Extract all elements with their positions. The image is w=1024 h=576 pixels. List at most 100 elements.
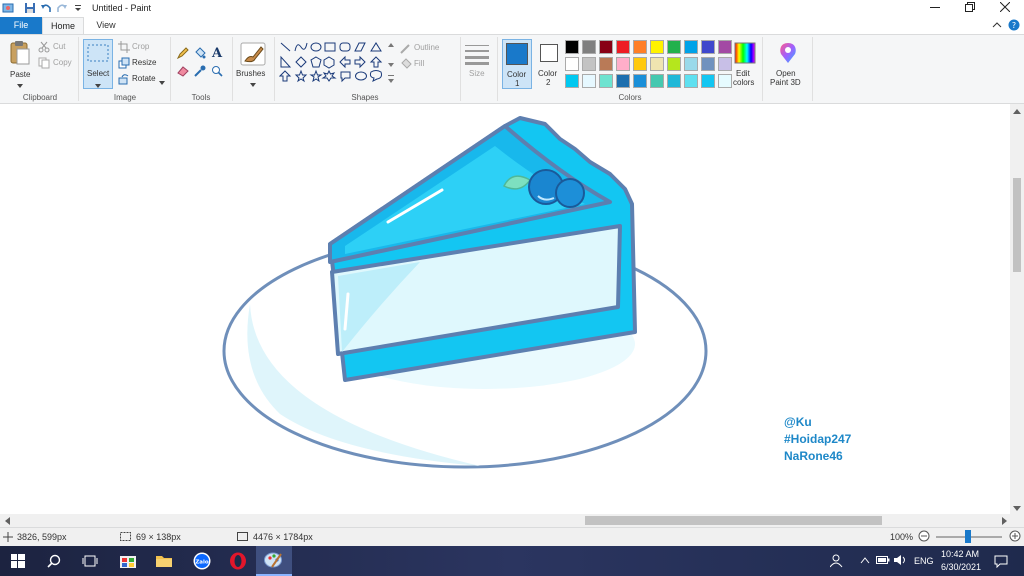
palette-swatch[interactable] (633, 57, 647, 71)
undo-icon[interactable] (40, 2, 52, 14)
palette-swatch[interactable] (701, 57, 715, 71)
task-view-icon (82, 555, 98, 567)
horizontal-scroll-thumb[interactable] (585, 516, 882, 525)
ribbon-divider (762, 37, 763, 101)
palette-swatch[interactable] (650, 57, 664, 71)
tab-view[interactable]: View (86, 17, 126, 34)
palette-swatch[interactable] (565, 74, 579, 88)
palette-swatch[interactable] (582, 40, 596, 54)
palette-swatch[interactable] (565, 40, 579, 54)
palette-swatch[interactable] (667, 40, 681, 54)
scroll-down-arrow-icon[interactable] (1013, 504, 1021, 514)
restore-button[interactable] (953, 0, 987, 17)
save-icon[interactable] (24, 2, 36, 14)
taskbar-file-explorer[interactable] (146, 546, 182, 576)
palette-swatch[interactable] (616, 40, 630, 54)
customize-qat-chevron-icon[interactable] (72, 2, 84, 14)
paint-app-icon[interactable] (2, 2, 14, 14)
task-view-button[interactable] (72, 546, 108, 576)
palette-swatch[interactable] (701, 40, 715, 54)
palette-swatch[interactable] (718, 57, 732, 71)
redo-icon[interactable] (56, 2, 68, 14)
palette-swatch[interactable] (718, 74, 732, 88)
palette-swatch[interactable] (684, 74, 698, 88)
ribbon-divider (232, 37, 233, 101)
zoom-out-icon[interactable] (918, 530, 930, 544)
restore-icon (965, 2, 975, 12)
vertical-scrollbar[interactable] (1010, 104, 1024, 514)
select-button[interactable]: Select (83, 39, 113, 89)
tab-file[interactable]: File (0, 17, 42, 34)
palette-swatch[interactable] (599, 74, 613, 88)
magnifier-icon[interactable] (211, 65, 223, 79)
brushes-button[interactable]: Brushes (236, 39, 272, 89)
collapse-ribbon-chevron-icon[interactable] (992, 20, 1002, 32)
shapes-scroll[interactable] (388, 41, 394, 91)
size-button[interactable]: Size (464, 39, 490, 89)
palette-swatch[interactable] (650, 40, 664, 54)
fill-bucket-icon[interactable] (194, 47, 206, 61)
palette-swatch[interactable] (633, 40, 647, 54)
action-center-icon[interactable] (994, 555, 1008, 570)
horizontal-scrollbar[interactable] (0, 514, 1024, 527)
color1-button[interactable]: Color 1 (502, 39, 532, 89)
input-language[interactable]: ENG (914, 556, 934, 566)
battery-icon[interactable] (876, 555, 890, 567)
drawing-canvas[interactable]: @Ku #Hoidap247 NaRone46 (0, 104, 1024, 514)
zoom-level-text: 100% (890, 532, 914, 542)
taskbar-paint-active[interactable] (256, 546, 292, 576)
open-paint3d-button[interactable]: Open Paint 3D (768, 39, 808, 89)
palette-swatch[interactable] (718, 40, 732, 54)
palette-swatch[interactable] (684, 57, 698, 71)
palette-swatch[interactable] (633, 74, 647, 88)
text-tool-icon[interactable]: A (211, 46, 223, 61)
shapes-group-label: Shapes (351, 93, 379, 102)
help-icon[interactable]: ? (1008, 19, 1020, 33)
eraser-icon[interactable] (177, 65, 189, 79)
palette-swatch[interactable] (667, 57, 681, 71)
color2-button[interactable]: Color 2 (535, 39, 563, 89)
paint3d-line2: Paint 3D (770, 78, 801, 87)
palette-swatch[interactable] (565, 57, 579, 71)
store-icon (120, 556, 136, 568)
people-icon[interactable] (829, 554, 844, 570)
minimize-button[interactable] (918, 0, 952, 17)
palette-swatch[interactable] (616, 57, 630, 71)
fill-icon (401, 58, 412, 69)
zoom-in-icon[interactable] (1009, 530, 1021, 544)
zoom-slider-thumb[interactable] (965, 530, 971, 543)
edit-colors-button[interactable]: Edit colors (733, 39, 757, 89)
taskbar-app-store[interactable] (110, 546, 146, 576)
show-hidden-icons-chevron-icon[interactable] (860, 556, 870, 566)
palette-swatch[interactable] (582, 74, 596, 88)
palette-swatch[interactable] (667, 74, 681, 88)
color-picker-icon[interactable] (194, 65, 206, 79)
taskbar-zalo[interactable]: Zalo (184, 546, 220, 576)
clock-time[interactable]: 10:42 AM (941, 549, 979, 559)
volume-icon[interactable] (893, 554, 907, 568)
paste-button[interactable]: Paste (8, 40, 34, 88)
scroll-right-arrow-icon[interactable] (1002, 517, 1008, 527)
size-label: Size (469, 69, 485, 78)
search-icon (47, 554, 61, 568)
palette-swatch[interactable] (684, 40, 698, 54)
palette-swatch[interactable] (616, 74, 630, 88)
vertical-scroll-thumb[interactable] (1013, 178, 1021, 272)
resize-icon (118, 57, 130, 69)
image-size-icon (237, 532, 248, 544)
search-button[interactable] (36, 546, 72, 576)
start-button[interactable] (0, 546, 36, 576)
clock-date[interactable]: 6/30/2021 (941, 562, 981, 572)
palette-swatch[interactable] (599, 40, 613, 54)
close-button[interactable] (988, 0, 1022, 17)
palette-swatch[interactable] (599, 57, 613, 71)
palette-swatch[interactable] (650, 74, 664, 88)
shapes-gallery[interactable] (278, 41, 387, 91)
pencil-icon[interactable] (176, 47, 189, 61)
taskbar-opera[interactable] (220, 546, 256, 576)
palette-swatch[interactable] (582, 57, 596, 71)
tab-home[interactable]: Home (42, 17, 84, 34)
scroll-left-arrow-icon[interactable] (4, 517, 10, 527)
scroll-up-arrow-icon[interactable] (1013, 106, 1021, 116)
palette-swatch[interactable] (701, 74, 715, 88)
